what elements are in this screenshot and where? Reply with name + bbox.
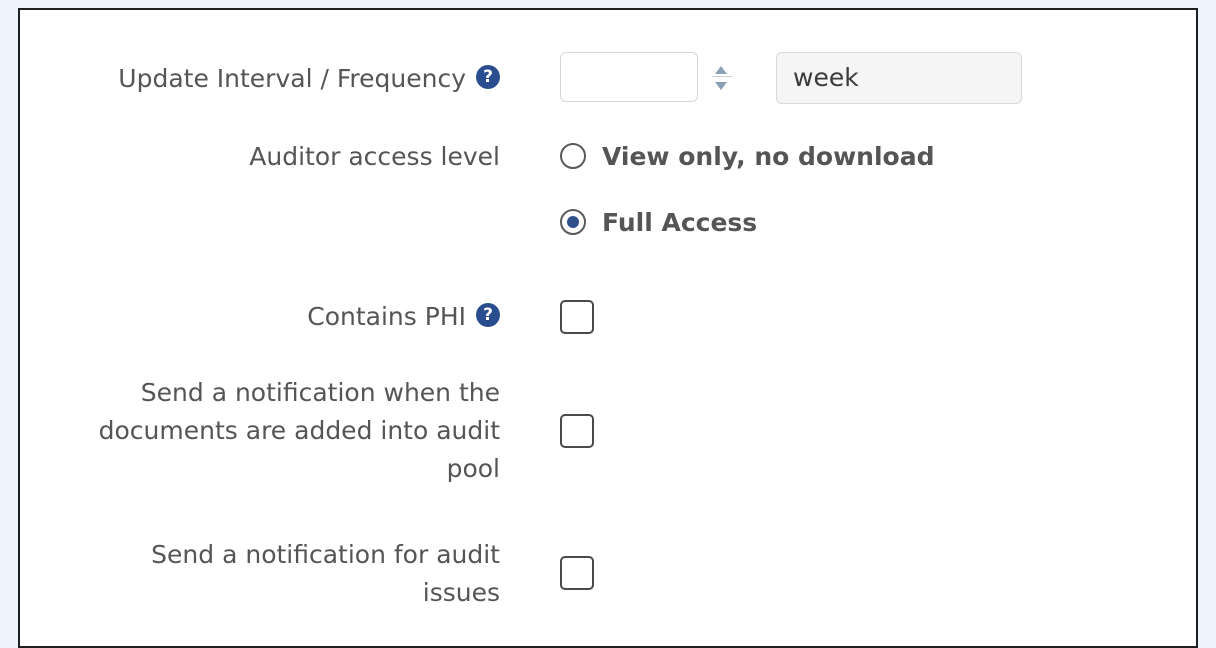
notify-audit-pool-label: Send a notification when the documents a… xyxy=(98,378,500,483)
contains-phi-label: Contains PHI xyxy=(307,302,466,331)
update-interval-spinner[interactable] xyxy=(708,52,736,102)
notify-audit-issues-checkbox[interactable] xyxy=(560,556,594,590)
spinner-up-icon[interactable] xyxy=(715,66,727,74)
notify-audit-issues-row: Send a notification for audit issues xyxy=(20,536,1196,616)
notify-audit-pool-row: Send a notification when the documents a… xyxy=(20,374,1196,494)
update-interval-unit-field[interactable]: week xyxy=(776,52,1022,104)
contains-phi-help-icon[interactable]: ? xyxy=(476,303,500,327)
contains-phi-row: Contains PHI? xyxy=(20,296,1196,340)
update-interval-number-input[interactable] xyxy=(560,52,698,102)
update-interval-help-icon[interactable]: ? xyxy=(476,65,500,89)
auditor-access-label: Auditor access level xyxy=(249,142,500,171)
contains-phi-label-wrap: Contains PHI? xyxy=(307,298,500,336)
update-interval-label: Update Interval / Frequency xyxy=(118,64,466,93)
update-interval-row: Update Interval / Frequency? week xyxy=(20,50,1196,110)
spinner-down-icon[interactable] xyxy=(715,82,727,90)
form-panel: Update Interval / Frequency? week Audito… xyxy=(18,8,1198,648)
spinner-divider xyxy=(712,76,732,77)
radio-view-only[interactable] xyxy=(560,143,586,169)
notify-audit-pool-checkbox[interactable] xyxy=(560,414,594,448)
contains-phi-checkbox[interactable] xyxy=(560,300,594,334)
radio-full-access[interactable] xyxy=(560,209,586,235)
notify-audit-issues-label: Send a notification for audit issues xyxy=(151,540,500,607)
auditor-access-row: Auditor access level View only, no downl… xyxy=(20,138,1196,258)
update-interval-label-wrap: Update Interval / Frequency? xyxy=(118,60,500,98)
radio-full-access-label[interactable]: Full Access xyxy=(602,204,757,242)
radio-view-only-label[interactable]: View only, no download xyxy=(602,138,934,176)
